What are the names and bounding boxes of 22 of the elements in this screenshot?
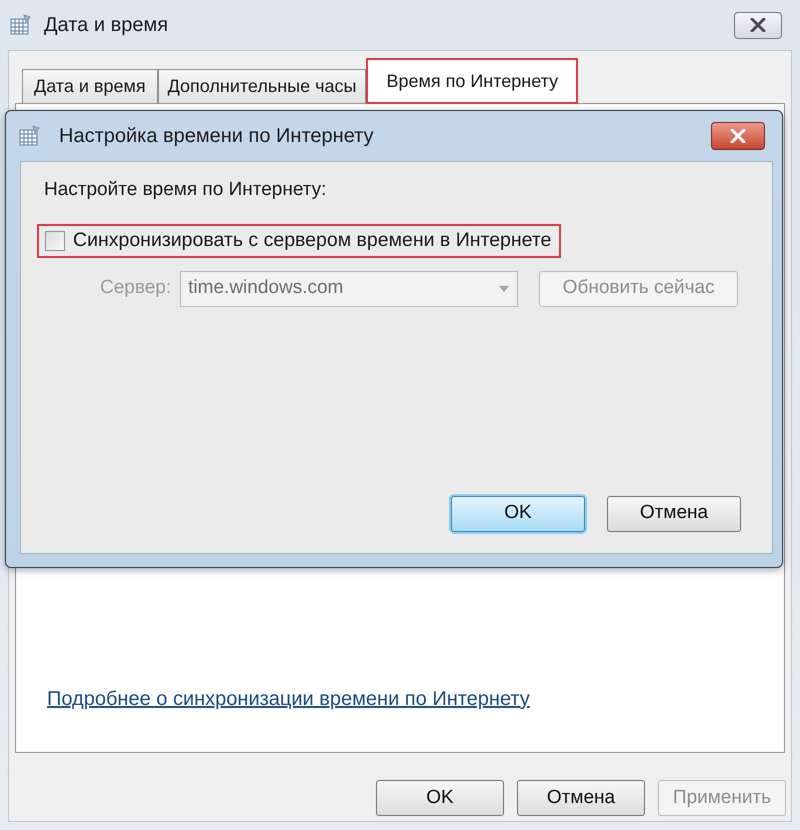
tab[interactable]: Время по Интернету bbox=[366, 58, 578, 104]
close-icon bbox=[730, 129, 746, 143]
help-link[interactable]: Подробнее о синхронизации времени по Интернету bbox=[47, 684, 530, 714]
tab[interactable]: Дополнительные часы bbox=[158, 69, 366, 103]
button[interactable]: Отмена bbox=[607, 496, 741, 532]
button[interactable]: OK bbox=[451, 496, 585, 532]
button[interactable]: OK bbox=[376, 780, 504, 816]
checkbox-label: Синхронизировать с сервером времени в Интернете bbox=[73, 228, 552, 253]
button[interactable]: Отмена bbox=[517, 780, 645, 816]
tab[interactable]: Дата и время bbox=[22, 69, 158, 103]
server-value: time.windows.com bbox=[188, 276, 344, 300]
server-label: Сервер: bbox=[100, 276, 172, 300]
dialog-title: Настройка времени по Интернету bbox=[59, 124, 374, 149]
calendar-icon bbox=[19, 125, 41, 147]
close-icon bbox=[750, 18, 766, 32]
close-button[interactable] bbox=[734, 12, 782, 38]
close-button[interactable] bbox=[711, 122, 765, 150]
calendar-icon bbox=[10, 14, 32, 36]
window-title: Дата и время bbox=[44, 13, 168, 38]
checkbox[interactable] bbox=[45, 230, 65, 250]
caret-icon bbox=[499, 286, 510, 292]
dialog-heading: Настройте время по Интернету: bbox=[44, 178, 326, 202]
